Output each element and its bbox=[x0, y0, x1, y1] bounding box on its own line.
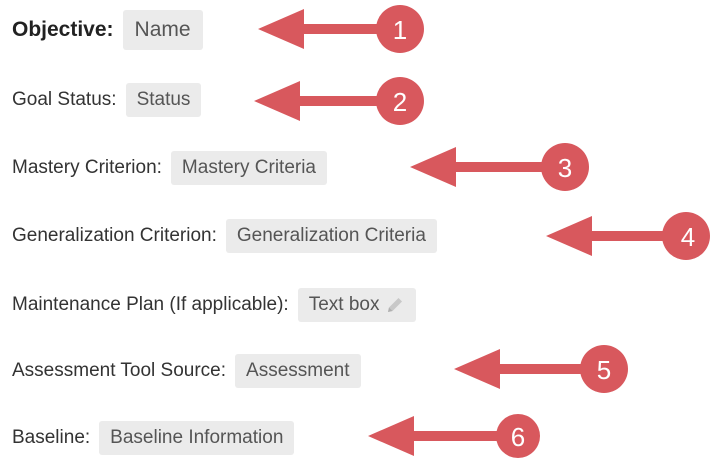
callout-arrow-6: 6 bbox=[368, 414, 540, 458]
annotation-overlay: 1 2 3 4 5 6 bbox=[254, 5, 710, 458]
callout-arrow-5: 5 bbox=[454, 345, 628, 393]
callout-number-3: 3 bbox=[558, 153, 572, 183]
callout-number-5: 5 bbox=[597, 355, 611, 385]
callout-arrow-1: 1 bbox=[258, 5, 424, 53]
callout-arrow-4: 4 bbox=[546, 212, 710, 260]
callout-arrow-2: 2 bbox=[254, 77, 424, 125]
callout-arrow-3: 3 bbox=[410, 143, 589, 191]
callout-number-4: 4 bbox=[681, 222, 695, 252]
callout-number-2: 2 bbox=[393, 87, 407, 117]
callout-number-1: 1 bbox=[393, 15, 407, 45]
callout-number-6: 6 bbox=[511, 422, 525, 452]
